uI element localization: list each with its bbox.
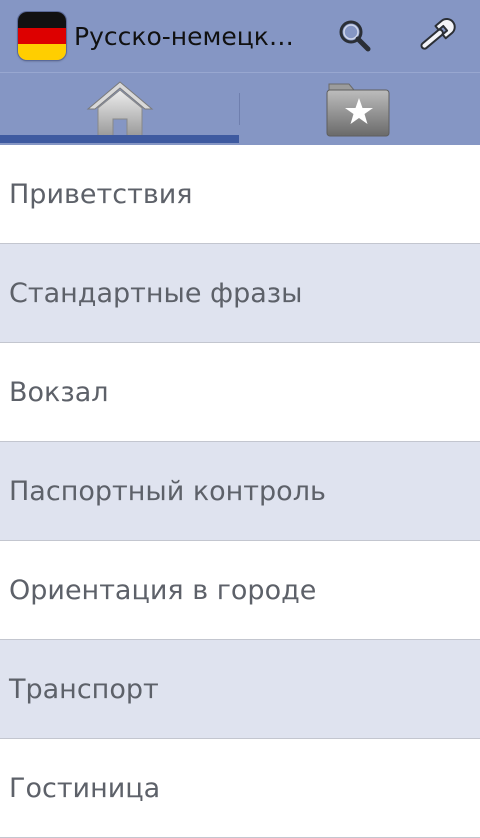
germany-flag-icon[interactable] [18, 12, 66, 60]
list-item[interactable]: Стандартные фразы [0, 244, 480, 343]
list-item[interactable]: Гостиница [0, 739, 480, 838]
favorites-folder-icon [326, 83, 390, 137]
settings-button[interactable] [412, 12, 460, 60]
list-item[interactable]: Паспортный контроль [0, 442, 480, 541]
list-item[interactable]: Ориентация в городе [0, 541, 480, 640]
app-title: Русско-немецк… [74, 22, 294, 51]
search-icon [339, 20, 371, 52]
tab-bar [0, 72, 480, 145]
wrench-icon [420, 18, 456, 50]
list-item[interactable]: Приветствия [0, 145, 480, 244]
list-item[interactable]: Вокзал [0, 343, 480, 442]
list-item[interactable]: Транспорт [0, 640, 480, 739]
category-list: Приветствия Стандартные фразы Вокзал Пас… [0, 145, 480, 838]
tab-favorites[interactable] [240, 73, 480, 145]
action-bar: Русско-немецк… [0, 0, 480, 72]
search-button[interactable] [330, 12, 378, 60]
home-icon [86, 81, 153, 137]
selected-tab-indicator [0, 135, 239, 143]
